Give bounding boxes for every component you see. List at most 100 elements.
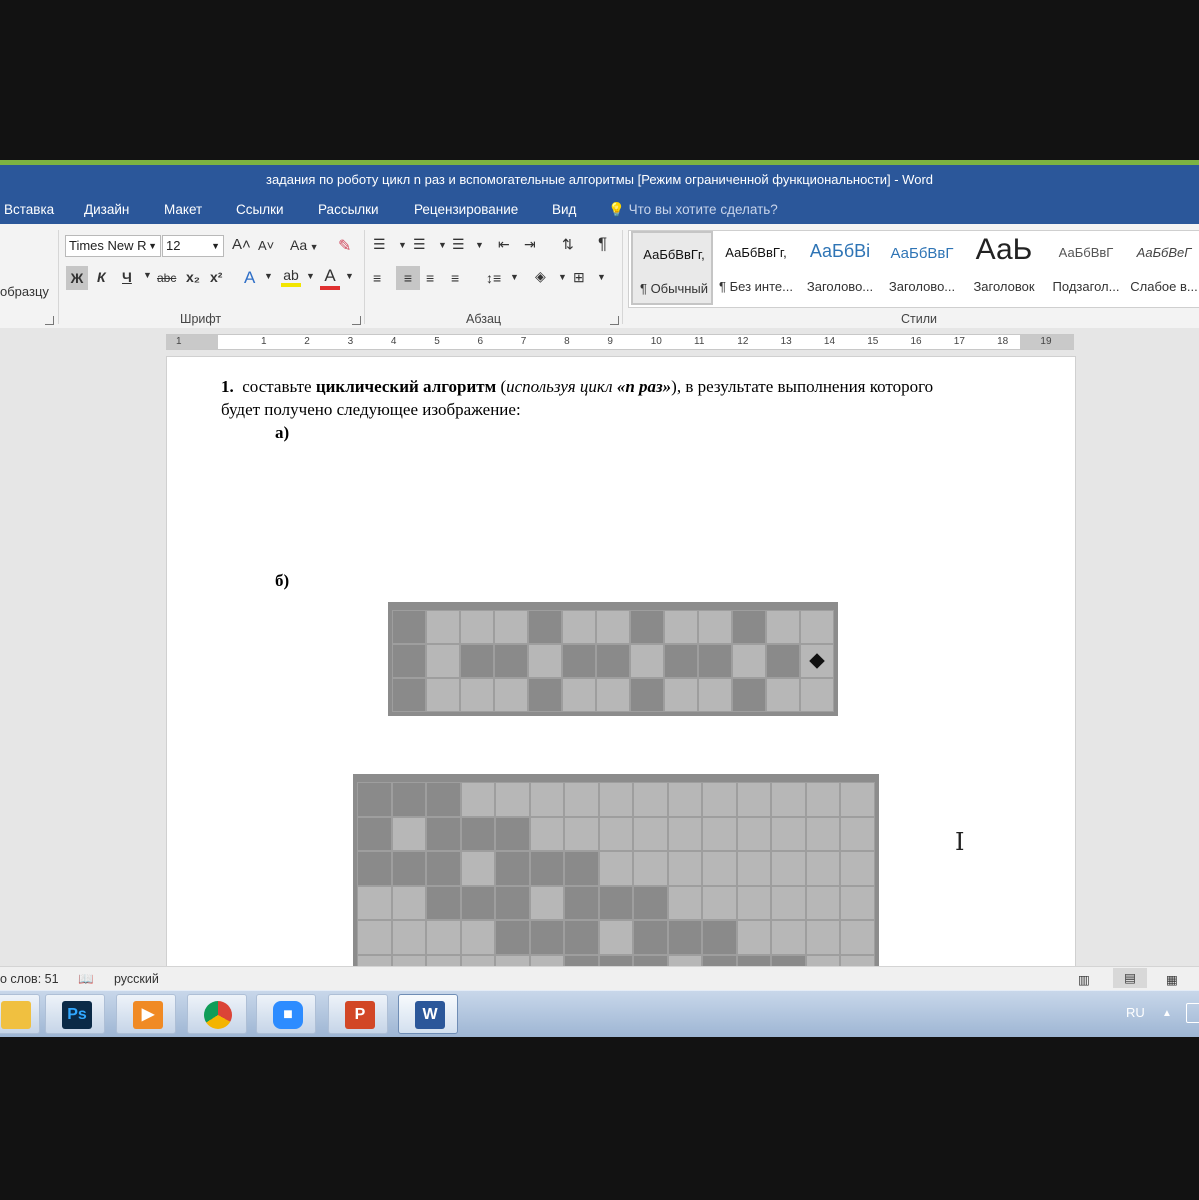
grid-cell bbox=[598, 920, 633, 955]
font-group-label: Шрифт bbox=[180, 312, 222, 326]
style-heading-2[interactable]: АаБбВвГ Заголово... bbox=[881, 231, 963, 305]
clear-formatting-icon[interactable]: ✎ bbox=[338, 236, 351, 256]
tab-review[interactable]: Рецензирование bbox=[414, 202, 518, 217]
clipboard-launcher-icon[interactable] bbox=[45, 316, 54, 325]
taskbar-media-player[interactable]: ▶ bbox=[116, 994, 176, 1034]
style-normal[interactable]: АаБбВвГг, ¶ Обычный bbox=[631, 231, 713, 305]
grid-cell bbox=[766, 678, 800, 712]
grid-cell bbox=[426, 920, 461, 955]
ruler-number: 12 bbox=[737, 336, 749, 347]
borders-icon[interactable]: ⊞ bbox=[573, 269, 585, 286]
tray-expand-icon[interactable]: ▲ bbox=[1162, 1008, 1172, 1019]
change-case-button[interactable]: Aa ▼ bbox=[290, 237, 319, 253]
chevron-down-icon[interactable]: ▼ bbox=[143, 270, 152, 280]
shrink-font-icon[interactable]: A˅ bbox=[258, 238, 274, 253]
multilevel-list-icon[interactable]: ☰ bbox=[452, 236, 465, 253]
style-no-spacing[interactable]: АаБбВвГг, ¶ Без инте... bbox=[715, 231, 797, 305]
taskbar-chrome[interactable] bbox=[187, 994, 247, 1034]
device-icon[interactable] bbox=[1186, 1003, 1199, 1023]
chevron-down-icon[interactable]: ▼ bbox=[597, 272, 606, 282]
line-spacing-icon[interactable]: ↕≡ bbox=[486, 270, 501, 286]
chevron-down-icon[interactable]: ▼ bbox=[148, 236, 157, 256]
chevron-down-icon[interactable]: ▼ bbox=[211, 236, 220, 256]
style-preview: АаБбВвГ bbox=[1058, 245, 1114, 260]
read-mode-icon[interactable]: ▥ bbox=[1078, 972, 1090, 987]
grid-cell bbox=[460, 920, 495, 955]
task-number: 1. bbox=[221, 377, 234, 396]
text-effects-icon[interactable]: A bbox=[244, 268, 255, 288]
paragraph-launcher-icon[interactable] bbox=[610, 316, 619, 325]
format-painter-button[interactable]: образцу bbox=[0, 284, 49, 299]
increase-indent-icon[interactable]: ⇥ bbox=[524, 236, 536, 253]
word-icon: W bbox=[415, 1001, 445, 1029]
text-run-bold: циклический алгоритм bbox=[315, 377, 497, 396]
word-count[interactable]: о слов: 51 bbox=[0, 972, 59, 986]
label-b: б) bbox=[275, 571, 290, 590]
taskbar-explorer[interactable] bbox=[0, 994, 40, 1034]
chevron-down-icon[interactable]: ▼ bbox=[438, 240, 447, 250]
text-run: составьте bbox=[242, 377, 312, 396]
show-marks-icon[interactable]: ¶ bbox=[598, 234, 607, 254]
superscript-button[interactable]: x² bbox=[210, 269, 222, 285]
taskbar-powerpoint[interactable]: P bbox=[328, 994, 388, 1034]
font-name-combo[interactable]: Times New R ▼ bbox=[65, 235, 161, 257]
subscript-button[interactable]: x₂ bbox=[186, 269, 200, 285]
align-center-icon[interactable]: ≡ bbox=[396, 266, 420, 290]
document-area[interactable]: 1 1 2 3 4 5 6 7 8 9 10 11 12 13 14 15 16 17 18 19 1. состав… bbox=[0, 328, 1199, 966]
numbering-icon[interactable]: ☰ bbox=[413, 236, 426, 253]
style-subtle-emphasis[interactable]: АаБбВеГ Слабое в... bbox=[1127, 231, 1199, 305]
underline-button[interactable]: Ч bbox=[122, 269, 132, 285]
tab-mailings[interactable]: Рассылки bbox=[318, 202, 379, 217]
font-launcher-icon[interactable] bbox=[352, 316, 361, 325]
chevron-down-icon[interactable]: ▼ bbox=[510, 272, 519, 282]
align-right-icon[interactable]: ≡ bbox=[426, 270, 434, 286]
style-preview: АаБбВеГ bbox=[1136, 245, 1192, 260]
sort-icon[interactable]: ⇅ bbox=[562, 236, 574, 253]
style-preview: АаЬ bbox=[975, 233, 1033, 266]
shading-icon[interactable]: ◈ bbox=[535, 268, 546, 285]
tab-design[interactable]: Дизайн bbox=[84, 202, 129, 217]
bold-button[interactable]: Ж bbox=[66, 266, 88, 290]
chevron-down-icon[interactable]: ▼ bbox=[475, 240, 484, 250]
style-name: ¶ Обычный bbox=[639, 281, 709, 296]
align-left-icon[interactable]: ≡ bbox=[373, 270, 381, 286]
grow-font-icon[interactable]: A˄ bbox=[232, 236, 251, 253]
grid-cell bbox=[800, 610, 834, 644]
taskbar-photoshop[interactable]: Ps bbox=[45, 994, 105, 1034]
ruler-number: 3 bbox=[347, 336, 354, 347]
decrease-indent-icon[interactable]: ⇤ bbox=[498, 236, 510, 253]
style-subtitle[interactable]: АаБбВвГ Подзагол... bbox=[1045, 231, 1127, 305]
italic-button[interactable]: К bbox=[97, 269, 106, 285]
keyboard-language[interactable]: RU bbox=[1126, 1005, 1145, 1020]
tab-view[interactable]: Вид bbox=[552, 202, 576, 217]
grid-cell bbox=[630, 610, 664, 644]
font-size-value: 12 bbox=[166, 238, 181, 253]
chevron-down-icon[interactable]: ▼ bbox=[264, 271, 273, 281]
font-color-icon[interactable]: A bbox=[320, 266, 340, 290]
bullets-icon[interactable]: ☰ bbox=[373, 236, 386, 253]
tab-insert[interactable]: Вставка bbox=[4, 202, 54, 217]
web-layout-icon[interactable]: ▦ bbox=[1166, 972, 1178, 987]
tab-layout[interactable]: Макет bbox=[164, 202, 202, 217]
tell-me-box[interactable]: 💡 Что вы хотите сделать? bbox=[608, 202, 778, 218]
taskbar-zoom[interactable]: ■ bbox=[256, 994, 316, 1034]
language-indicator[interactable]: русский bbox=[114, 972, 159, 986]
ruler-number: 15 bbox=[867, 336, 879, 347]
grid-cell bbox=[805, 885, 840, 920]
font-size-combo[interactable]: 12 ▼ bbox=[162, 235, 224, 257]
taskbar-word[interactable]: W bbox=[398, 994, 458, 1034]
print-layout-icon[interactable]: ▤ bbox=[1113, 968, 1147, 988]
grid-cell bbox=[564, 851, 599, 886]
chevron-down-icon[interactable]: ▼ bbox=[558, 272, 567, 282]
chevron-down-icon[interactable]: ▼ bbox=[345, 271, 354, 281]
highlight-icon[interactable]: ab bbox=[281, 267, 301, 287]
justify-icon[interactable]: ≡ bbox=[451, 270, 459, 286]
chevron-down-icon[interactable]: ▼ bbox=[398, 240, 407, 250]
horizontal-ruler[interactable]: 1 1 2 3 4 5 6 7 8 9 10 11 12 13 14 15 16 17 18 19 bbox=[166, 334, 1074, 350]
proofing-icon[interactable]: 📖 bbox=[78, 972, 94, 987]
strikethrough-button[interactable]: abc bbox=[157, 271, 176, 285]
tab-references[interactable]: Ссылки bbox=[236, 202, 284, 217]
chevron-down-icon[interactable]: ▼ bbox=[306, 271, 315, 281]
style-title[interactable]: АаЬ Заголовок bbox=[963, 231, 1045, 305]
style-heading-1[interactable]: АаБбВі Заголово... bbox=[799, 231, 881, 305]
